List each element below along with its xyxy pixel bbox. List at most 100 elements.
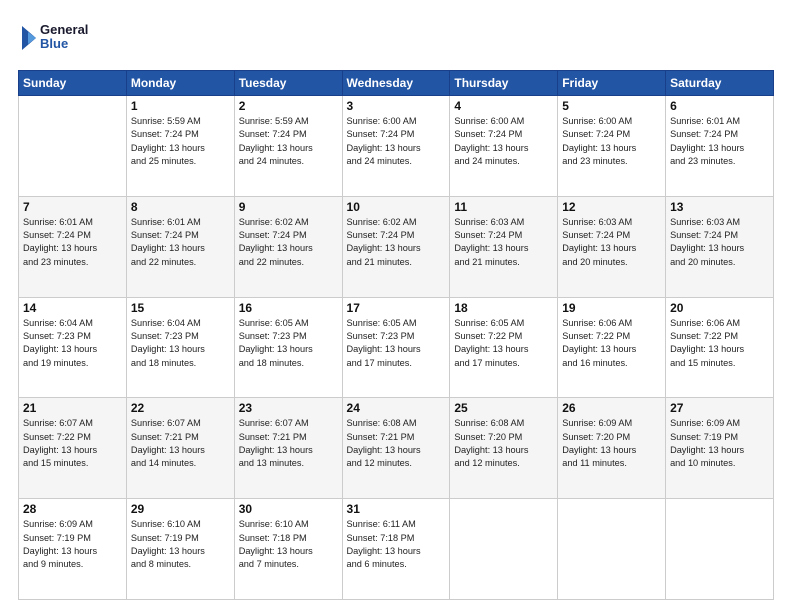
- svg-text:General: General: [40, 22, 88, 37]
- calendar-cell: 20Sunrise: 6:06 AMSunset: 7:22 PMDayligh…: [666, 297, 774, 398]
- day-info: Sunrise: 6:07 AMSunset: 7:21 PMDaylight:…: [239, 417, 338, 470]
- weekday-header: Saturday: [666, 71, 774, 96]
- calendar-cell: 21 Sunrise: 6:07 AMSunset: 7:22 PMDayligh…: [19, 398, 127, 499]
- calendar-cell: 24 Sunrise: 6:08 AMSunset: 7:21 PMDayligh…: [342, 398, 450, 499]
- day-number: 22: [131, 401, 230, 415]
- day-info: Sunrise: 6:11 AMSunset: 7:18 PMDaylight:…: [347, 518, 446, 571]
- day-number: 11: [454, 200, 553, 214]
- calendar-cell: 27 Sunrise: 6:09 AMSunset: 7:19 PMDayligh…: [666, 398, 774, 499]
- day-info: Sunrise: 6:07 AMSunset: 7:21 PMDaylight:…: [131, 417, 230, 470]
- day-info: Sunrise: 6:01 AMSunset: 7:24 PMDaylight:…: [670, 115, 769, 168]
- day-number: 26: [562, 401, 661, 415]
- day-number: 23: [239, 401, 338, 415]
- day-info: Sunrise: 6:10 AMSunset: 7:18 PMDaylight:…: [239, 518, 338, 571]
- calendar-cell: 1 Sunrise: 5:59 AMSunset: 7:24 PMDaylight…: [126, 96, 234, 197]
- weekday-header: Friday: [558, 71, 666, 96]
- day-number: 1: [131, 99, 230, 113]
- day-number: 2: [239, 99, 338, 113]
- calendar-cell: 22 Sunrise: 6:07 AMSunset: 7:21 PMDayligh…: [126, 398, 234, 499]
- day-info: Sunrise: 6:00 AMSunset: 7:24 PMDaylight:…: [347, 115, 446, 168]
- weekday-header: Thursday: [450, 71, 558, 96]
- calendar-cell: 13 Sunrise: 6:03 AMSunset: 7:24 PMDayligh…: [666, 196, 774, 297]
- day-info: Sunrise: 5:59 AMSunset: 7:24 PMDaylight:…: [131, 115, 230, 168]
- day-number: 27: [670, 401, 769, 415]
- day-info: Sunrise: 6:04 AMSunset: 7:23 PMDaylight:…: [131, 317, 230, 370]
- calendar-cell: 6 Sunrise: 6:01 AMSunset: 7:24 PMDaylight…: [666, 96, 774, 197]
- day-info: Sunrise: 6:02 AMSunset: 7:24 PMDaylight:…: [347, 216, 446, 269]
- logo: General Blue: [18, 18, 88, 60]
- day-info: Sunrise: 6:01 AMSunset: 7:24 PMDaylight:…: [23, 216, 122, 269]
- day-number: 24: [347, 401, 446, 415]
- day-number: 8: [131, 200, 230, 214]
- calendar-cell: 5 Sunrise: 6:00 AMSunset: 7:24 PMDaylight…: [558, 96, 666, 197]
- day-number: 29: [131, 502, 230, 516]
- day-info: Sunrise: 6:00 AMSunset: 7:24 PMDaylight:…: [454, 115, 553, 168]
- calendar-cell: 26 Sunrise: 6:09 AMSunset: 7:20 PMDayligh…: [558, 398, 666, 499]
- day-info: Sunrise: 6:03 AMSunset: 7:24 PMDaylight:…: [670, 216, 769, 269]
- day-number: 4: [454, 99, 553, 113]
- day-number: 28: [23, 502, 122, 516]
- day-info: Sunrise: 6:05 AMSunset: 7:23 PMDaylight:…: [347, 317, 446, 370]
- day-number: 17: [347, 301, 446, 315]
- day-info: Sunrise: 5:59 AMSunset: 7:24 PMDaylight:…: [239, 115, 338, 168]
- day-number: 14: [23, 301, 122, 315]
- day-info: Sunrise: 6:05 AMSunset: 7:23 PMDaylight:…: [239, 317, 338, 370]
- calendar-cell: 4 Sunrise: 6:00 AMSunset: 7:24 PMDaylight…: [450, 96, 558, 197]
- calendar-cell: 31 Sunrise: 6:11 AMSunset: 7:18 PMDayligh…: [342, 499, 450, 600]
- day-info: Sunrise: 6:10 AMSunset: 7:19 PMDaylight:…: [131, 518, 230, 571]
- day-number: 15: [131, 301, 230, 315]
- calendar-cell: 30Sunrise: 6:10 AMSunset: 7:18 PMDayligh…: [234, 499, 342, 600]
- calendar-cell: 19Sunrise: 6:06 AMSunset: 7:22 PMDayligh…: [558, 297, 666, 398]
- calendar-cell: 28 Sunrise: 6:09 AMSunset: 7:19 PMDayligh…: [19, 499, 127, 600]
- day-number: 31: [347, 502, 446, 516]
- day-info: Sunrise: 6:02 AMSunset: 7:24 PMDaylight:…: [239, 216, 338, 269]
- calendar-cell: 10 Sunrise: 6:02 AMSunset: 7:24 PMDayligh…: [342, 196, 450, 297]
- calendar-cell: 2 Sunrise: 5:59 AMSunset: 7:24 PMDaylight…: [234, 96, 342, 197]
- day-number: 13: [670, 200, 769, 214]
- day-number: 21: [23, 401, 122, 415]
- calendar-cell: [450, 499, 558, 600]
- calendar-cell: 25Sunrise: 6:08 AMSunset: 7:20 PMDayligh…: [450, 398, 558, 499]
- day-info: Sunrise: 6:00 AMSunset: 7:24 PMDaylight:…: [562, 115, 661, 168]
- day-info: Sunrise: 6:09 AMSunset: 7:20 PMDaylight:…: [562, 417, 661, 470]
- day-number: 16: [239, 301, 338, 315]
- day-info: Sunrise: 6:03 AMSunset: 7:24 PMDaylight:…: [562, 216, 661, 269]
- weekday-header: Sunday: [19, 71, 127, 96]
- day-number: 20: [670, 301, 769, 315]
- day-number: 5: [562, 99, 661, 113]
- day-info: Sunrise: 6:09 AMSunset: 7:19 PMDaylight:…: [23, 518, 122, 571]
- calendar-cell: 29 Sunrise: 6:10 AMSunset: 7:19 PMDayligh…: [126, 499, 234, 600]
- calendar-cell: 3 Sunrise: 6:00 AMSunset: 7:24 PMDaylight…: [342, 96, 450, 197]
- day-info: Sunrise: 6:05 AMSunset: 7:22 PMDaylight:…: [454, 317, 553, 370]
- day-info: Sunrise: 6:07 AMSunset: 7:22 PMDaylight:…: [23, 417, 122, 470]
- day-number: 18: [454, 301, 553, 315]
- weekday-header: Wednesday: [342, 71, 450, 96]
- page-header: General Blue: [18, 18, 774, 60]
- calendar-cell: 9 Sunrise: 6:02 AMSunset: 7:24 PMDaylight…: [234, 196, 342, 297]
- calendar-cell: 23 Sunrise: 6:07 AMSunset: 7:21 PMDayligh…: [234, 398, 342, 499]
- calendar-cell: 16 Sunrise: 6:05 AMSunset: 7:23 PMDayligh…: [234, 297, 342, 398]
- calendar-cell: 8 Sunrise: 6:01 AMSunset: 7:24 PMDaylight…: [126, 196, 234, 297]
- day-number: 3: [347, 99, 446, 113]
- logo-svg: General Blue: [18, 18, 88, 60]
- calendar-table: SundayMondayTuesdayWednesdayThursdayFrid…: [18, 70, 774, 600]
- day-info: Sunrise: 6:04 AMSunset: 7:23 PMDaylight:…: [23, 317, 122, 370]
- calendar-cell: 7 Sunrise: 6:01 AMSunset: 7:24 PMDaylight…: [19, 196, 127, 297]
- calendar-cell: 15 Sunrise: 6:04 AMSunset: 7:23 PMDayligh…: [126, 297, 234, 398]
- day-number: 12: [562, 200, 661, 214]
- calendar-cell: 14 Sunrise: 6:04 AMSunset: 7:23 PMDayligh…: [19, 297, 127, 398]
- day-number: 7: [23, 200, 122, 214]
- day-info: Sunrise: 6:06 AMSunset: 7:22 PMDaylight:…: [562, 317, 661, 370]
- day-number: 10: [347, 200, 446, 214]
- svg-text:Blue: Blue: [40, 36, 68, 51]
- day-number: 6: [670, 99, 769, 113]
- day-number: 25: [454, 401, 553, 415]
- day-info: Sunrise: 6:08 AMSunset: 7:21 PMDaylight:…: [347, 417, 446, 470]
- calendar-cell: 12 Sunrise: 6:03 AMSunset: 7:24 PMDayligh…: [558, 196, 666, 297]
- calendar-cell: [558, 499, 666, 600]
- day-info: Sunrise: 6:01 AMSunset: 7:24 PMDaylight:…: [131, 216, 230, 269]
- day-number: 9: [239, 200, 338, 214]
- calendar-cell: [19, 96, 127, 197]
- calendar-cell: 18 Sunrise: 6:05 AMSunset: 7:22 PMDayligh…: [450, 297, 558, 398]
- day-info: Sunrise: 6:09 AMSunset: 7:19 PMDaylight:…: [670, 417, 769, 470]
